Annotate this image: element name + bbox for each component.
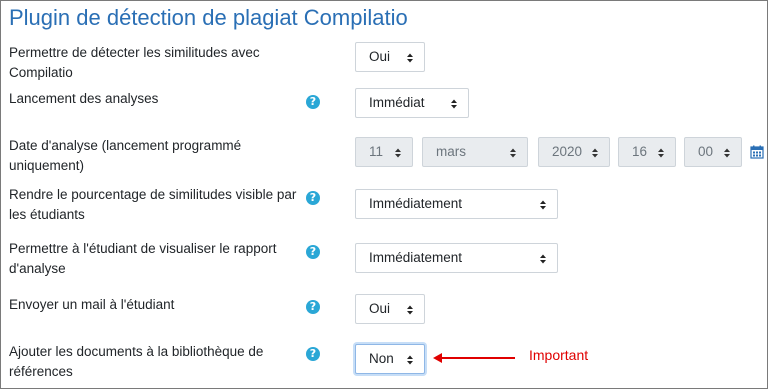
select-value: Immédiatement xyxy=(369,196,463,211)
launch-select[interactable]: Immédiat xyxy=(355,88,469,118)
day-select[interactable]: 11 xyxy=(355,137,413,167)
select-arrow-icon xyxy=(407,305,413,315)
month-select[interactable]: mars xyxy=(422,137,528,167)
settings-panel: Plugin de détection de plagiat Compilati… xyxy=(0,0,768,389)
help-icon[interactable]: ? xyxy=(306,191,320,205)
select-arrow-icon xyxy=(451,99,457,109)
select-value: 16 xyxy=(632,144,648,159)
select-value: Immédiatement xyxy=(369,250,463,265)
help-icon[interactable]: ? xyxy=(306,245,320,259)
help-icon[interactable]: ? xyxy=(306,347,320,361)
select-arrow-icon xyxy=(540,254,546,264)
select-arrow-icon xyxy=(407,53,413,63)
annotation-text: Important xyxy=(529,347,589,363)
select-arrow-icon xyxy=(395,148,401,158)
select-value: 00 xyxy=(698,144,714,159)
setting-label: Rendre le pourcentage de similitudes vis… xyxy=(9,187,297,222)
year-select[interactable]: 2020 xyxy=(538,137,610,167)
section-title: Plugin de détection de plagiat Compilati… xyxy=(9,5,408,30)
select-value: 11 xyxy=(369,144,384,159)
select-value: 2020 xyxy=(552,144,583,159)
calendar-icon[interactable] xyxy=(750,145,764,159)
annotation-arrow-line xyxy=(441,357,515,359)
select-arrow-icon xyxy=(510,148,516,158)
select-value: Oui xyxy=(369,301,391,316)
report-select[interactable]: Immédiatement xyxy=(355,243,558,273)
select-value: Oui xyxy=(369,49,391,64)
setting-label: Lancement des analyses xyxy=(9,91,159,106)
help-icon[interactable]: ? xyxy=(306,300,320,314)
setting-label: Permettre à l'étudiant de visualiser le … xyxy=(9,241,277,276)
library-select[interactable]: Non xyxy=(355,344,425,374)
select-arrow-icon xyxy=(592,148,598,158)
enable-select[interactable]: Oui xyxy=(355,42,425,72)
select-arrow-icon xyxy=(658,148,664,158)
help-icon[interactable]: ? xyxy=(306,95,320,109)
select-arrow-icon xyxy=(540,200,546,210)
setting-label: Envoyer un mail à l'étudiant xyxy=(9,297,175,312)
minute-select[interactable]: 00 xyxy=(684,137,742,167)
setting-label: Permettre de détecter les similitudes av… xyxy=(9,45,260,80)
hour-select[interactable]: 16 xyxy=(618,137,676,167)
mail-select[interactable]: Oui xyxy=(355,294,425,324)
setting-label: Date d'analyse (lancement programmé uniq… xyxy=(9,138,242,173)
select-value: mars xyxy=(436,144,466,159)
setting-label: Ajouter les documents à la bibliothèque … xyxy=(9,344,264,379)
select-value: Non xyxy=(369,351,394,366)
visibility-select[interactable]: Immédiatement xyxy=(355,189,558,219)
select-value: Immédiat xyxy=(369,95,425,110)
select-arrow-icon xyxy=(724,148,730,158)
select-arrow-icon xyxy=(407,355,413,365)
